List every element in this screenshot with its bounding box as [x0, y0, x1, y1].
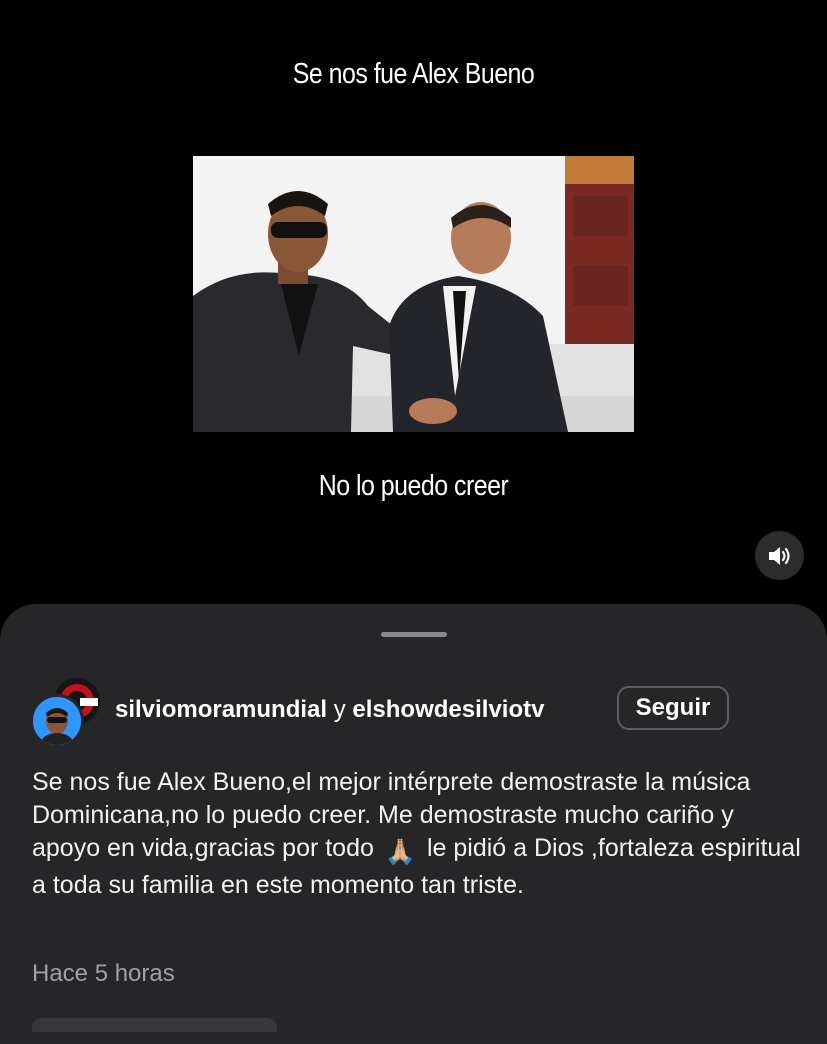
authors-conjunction: y	[333, 696, 346, 723]
post-authors: silviomoramundial y elshowdesilviotv	[115, 696, 544, 724]
video-still-image	[193, 156, 634, 432]
volume-button[interactable]	[755, 531, 804, 580]
collab-avatars[interactable]	[30, 676, 102, 748]
post-timestamp: Hace 5 horas	[32, 960, 175, 987]
user-photo-icon	[33, 697, 81, 745]
speaker-on-icon	[768, 546, 790, 565]
reel-caption-bottom: No lo puedo creer	[318, 470, 509, 502]
author-elshowdesilviotv[interactable]: elshowdesilviotv	[352, 696, 544, 723]
video-frame[interactable]	[193, 156, 634, 432]
sheet-drag-handle[interactable]	[381, 632, 447, 637]
avatar-silviomoramundial[interactable]	[30, 694, 84, 748]
author-silviomoramundial[interactable]: silviomoramundial	[115, 696, 327, 723]
follow-button[interactable]: Seguir	[617, 686, 729, 730]
comments-sheet[interactable]: silviomoramundial y elshowdesilviotv Seg…	[0, 604, 827, 1044]
post-caption: Se nos fue Alex Bueno,el mejor intérpret…	[32, 766, 802, 902]
praying-hands-icon: 🙏🏼	[384, 838, 416, 866]
reel-caption-top: Se nos fue Alex Bueno	[292, 58, 535, 90]
reel-viewer[interactable]: Se nos fue Alex Bueno No lo puedo creer	[0, 0, 827, 605]
partial-button[interactable]	[32, 1018, 277, 1032]
